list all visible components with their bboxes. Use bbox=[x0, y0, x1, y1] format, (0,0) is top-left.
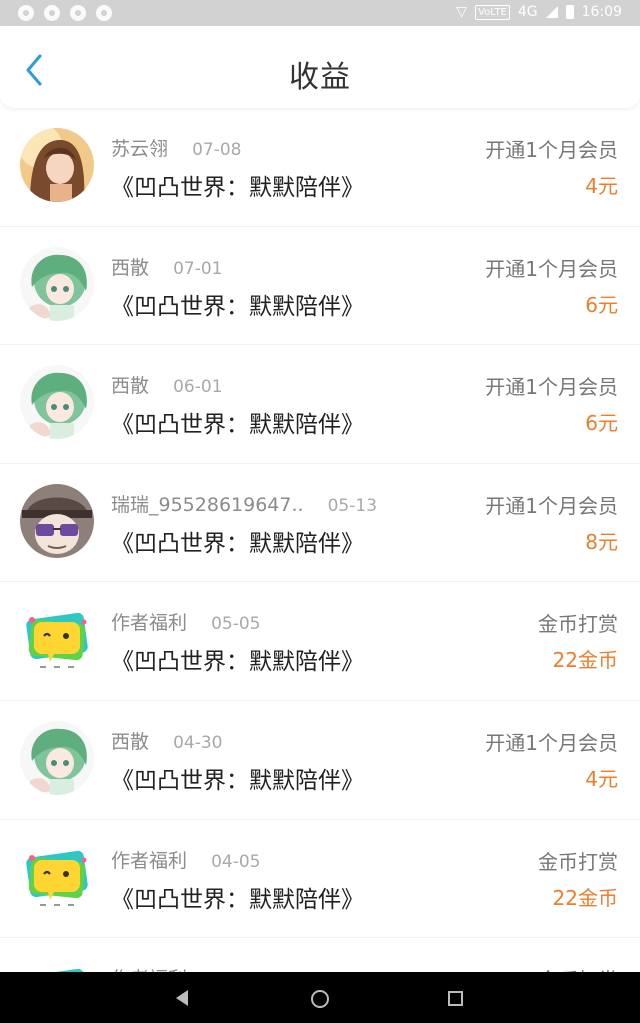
nav-home-icon[interactable] bbox=[311, 990, 329, 1008]
earning-type: 金币打赏 bbox=[538, 964, 618, 972]
earning-type: 金币打赏 bbox=[538, 612, 618, 637]
list-item[interactable]: 西散 04-30 《凹凸世界：默默陪伴》 开通1个月会员 4元 bbox=[0, 701, 640, 820]
list-item[interactable]: 苏云翎 07-08 《凹凸世界：默默陪伴》 开通1个月会员 4元 bbox=[0, 108, 640, 227]
user-name-line: 作者福利 03-05 bbox=[111, 964, 260, 972]
avatar[interactable] bbox=[20, 958, 94, 972]
user-name: 作者福利 bbox=[111, 612, 188, 635]
earning-type: 开通1个月会员 bbox=[485, 493, 618, 518]
user-name: 西散 bbox=[111, 730, 150, 753]
avatar[interactable] bbox=[20, 602, 94, 677]
system-indicators: ▽ VoLTE 4G 16:09 bbox=[456, 4, 622, 20]
entry-date: 07-01 bbox=[173, 258, 223, 279]
earnings-list[interactable]: 苏云翎 07-08 《凹凸世界：默默陪伴》 开通1个月会员 4元 西散 07-0… bbox=[0, 108, 640, 972]
volte-label: VoLTE bbox=[475, 4, 510, 20]
entry-date: 06-01 bbox=[173, 377, 223, 398]
entry-date: 04-30 bbox=[173, 732, 223, 753]
user-name: 西散 bbox=[111, 256, 150, 279]
list-item[interactable]: 西散 06-01 《凹凸世界：默默陪伴》 开通1个月会员 6元 bbox=[0, 345, 640, 464]
avatar[interactable] bbox=[20, 839, 94, 914]
entry-date: 05-13 bbox=[327, 495, 378, 516]
user-name-line: 西散 06-01 bbox=[111, 371, 222, 398]
earning-type: 开通1个月会员 bbox=[485, 730, 618, 755]
clock: 16:09 bbox=[581, 4, 622, 20]
earning-amount: 22金币 bbox=[552, 648, 618, 673]
entry-date: 07-08 bbox=[192, 140, 242, 160]
earning-amount: 6元 bbox=[585, 411, 618, 436]
user-name-line: 作者福利 05-05 bbox=[111, 608, 260, 635]
user-name-line: 西散 04-30 bbox=[111, 727, 222, 754]
notification-icon bbox=[70, 5, 86, 21]
list-item[interactable]: 瑞瑞_95528619647.. 05-13 《凹凸世界：默默陪伴》 开通1个月… bbox=[0, 464, 640, 583]
battery-icon bbox=[565, 5, 574, 19]
avatar[interactable] bbox=[20, 483, 94, 558]
avatar[interactable] bbox=[20, 246, 94, 321]
earning-type: 金币打赏 bbox=[538, 849, 618, 874]
nav-back-icon[interactable] bbox=[176, 990, 188, 1006]
list-item[interactable]: 作者福利 05-05 《凹凸世界：默默陪伴》 金币打赏 22金币 bbox=[0, 582, 640, 701]
user-name: 瑞瑞_95528619647.. bbox=[111, 493, 304, 516]
list-item[interactable]: 西散 07-01 《凹凸世界：默默陪伴》 开通1个月会员 6元 bbox=[0, 227, 640, 346]
avatar[interactable] bbox=[20, 720, 94, 795]
header-bar: 收益 bbox=[0, 26, 640, 108]
book-title: 《凹凸世界：默默陪伴》 bbox=[111, 293, 364, 320]
user-name: 作者福利 bbox=[111, 849, 188, 872]
user-name-line: 瑞瑞_95528619647.. 05-13 bbox=[111, 490, 377, 517]
avatar[interactable] bbox=[20, 365, 94, 440]
list-item[interactable]: 作者福利 03-05 《凹凸世界：默默陪伴》 金币打赏 22金币 bbox=[0, 938, 640, 972]
earning-amount: 4元 bbox=[585, 174, 618, 198]
list-item[interactable]: 作者福利 04-05 《凹凸世界：默默陪伴》 金币打赏 22金币 bbox=[0, 820, 640, 939]
notification-icon bbox=[96, 5, 112, 21]
status-bar: ▽ VoLTE 4G 16:09 bbox=[0, 0, 640, 26]
page-title: 收益 bbox=[289, 60, 351, 95]
book-title: 《凹凸世界：默默陪伴》 bbox=[111, 412, 364, 439]
book-title: 《凹凸世界：默默陪伴》 bbox=[111, 886, 364, 913]
notification-icon bbox=[18, 5, 34, 21]
earning-amount: 22金币 bbox=[552, 885, 618, 910]
book-title: 《凹凸世界：默默陪伴》 bbox=[111, 175, 364, 201]
user-name-line: 作者福利 04-05 bbox=[111, 846, 260, 873]
entry-date: 05-05 bbox=[211, 614, 261, 635]
book-title: 《凹凸世界：默默陪伴》 bbox=[111, 530, 364, 557]
notification-icons bbox=[18, 5, 112, 21]
earning-type: 开通1个月会员 bbox=[485, 138, 618, 162]
nav-recent-apps-icon[interactable] bbox=[448, 991, 463, 1006]
avatar[interactable] bbox=[20, 128, 94, 202]
signal-icon bbox=[545, 6, 558, 18]
user-name: 西散 bbox=[111, 375, 150, 398]
earning-type: 开通1个月会员 bbox=[485, 375, 618, 400]
user-name-line: 苏云翎 07-08 bbox=[111, 134, 241, 161]
wifi-icon: ▽ bbox=[456, 4, 468, 20]
earning-amount: 6元 bbox=[585, 292, 618, 317]
notification-icon bbox=[44, 5, 60, 21]
entry-date: 04-05 bbox=[211, 851, 261, 872]
earning-amount: 8元 bbox=[585, 529, 618, 554]
earning-type: 开通1个月会员 bbox=[485, 256, 618, 281]
book-title: 《凹凸世界：默默陪伴》 bbox=[111, 767, 364, 794]
user-name: 苏云翎 bbox=[111, 138, 169, 160]
book-title: 《凹凸世界：默默陪伴》 bbox=[111, 649, 364, 676]
system-nav-bar bbox=[0, 972, 640, 1023]
user-name-line: 西散 07-01 bbox=[111, 253, 222, 280]
network-label: 4G bbox=[517, 4, 538, 20]
earning-amount: 4元 bbox=[585, 766, 618, 791]
